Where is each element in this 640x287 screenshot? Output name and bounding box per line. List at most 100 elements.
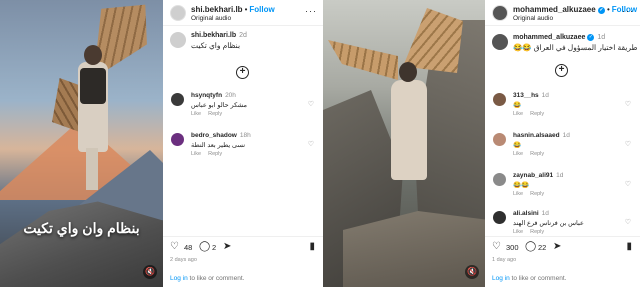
comment-item: zaynab_ali91 1d 😂😂 Like Reply ♡ [485,172,640,202]
load-more-comments-icon[interactable]: + [555,64,568,77]
comment-item: hsynqtyfn 20h مشكر حالو ابو عباس Like Repl… [163,92,323,122]
comment-like-button[interactable]: Like [513,111,523,117]
verified-badge-icon: ✓ [597,7,605,14]
header-username-line: mohammed_alkuzaee ✓ • Follow [513,5,637,14]
audio-label[interactable]: Original audio [191,15,231,22]
comment-text: 😂 [513,102,522,109]
header-username-line: shi.bekhari.lb • Follow [191,5,275,14]
avatar[interactable] [493,133,506,146]
follow-button[interactable]: Follow [249,5,274,14]
heart-icon[interactable]: ♡ [308,100,314,108]
caption-text: بنظام واي تكيت [191,41,241,50]
comment-text: مشكر حالو ابو عباس [191,102,247,109]
share-icon[interactable]: ➤ [553,241,561,252]
comment-reply-button[interactable]: Reply [530,111,544,117]
avatar[interactable] [171,133,184,146]
avatar[interactable] [492,34,508,50]
comment-like-button[interactable]: Like [513,191,523,197]
comment-count: 22 [538,243,547,252]
heart-icon[interactable]: ♡ [308,140,314,148]
login-prompt: Log in to like or comment. [170,275,244,282]
comment-time: 1d [562,132,570,139]
heart-icon[interactable]: ♡ [625,180,631,188]
comment-reply-button[interactable]: Reply [530,191,544,197]
video-person-head [84,45,102,65]
comment-time: 20h [225,92,236,99]
avatar[interactable] [171,93,184,106]
login-link[interactable]: Log in [492,275,510,282]
share-icon[interactable]: ➤ [223,241,231,252]
comment-item: hasnin.alsaaed 1d 😂 Like Reply ♡ [485,132,640,162]
comment-item: bedro_shadow 18h نسى يطير بعد النطة Like R… [163,132,323,162]
comment-text: 😂😂 [513,182,530,189]
heart-icon[interactable]: ♡ [492,241,501,252]
comment-text: عباس بن فرناس فرع الهند [513,220,584,227]
bookmark-icon[interactable]: ▮ [309,241,315,252]
post-date: 2 days ago [170,257,197,263]
bookmark-icon[interactable]: ▮ [626,241,632,252]
speaker-muted-icon[interactable]: 🔇 [143,265,157,279]
caption-meta: mohammed_alkuzaee ✓ 1d [513,34,605,41]
comment-text: 😂 [513,142,522,149]
comment-reply-button[interactable]: Reply [530,229,544,235]
load-more-comments-icon[interactable]: + [236,66,249,79]
video-person-head [399,62,417,82]
more-options-icon[interactable]: ··· [305,6,317,16]
avatar[interactable] [170,32,186,48]
comment-like-button[interactable]: Like [513,151,523,157]
speaker-muted-icon[interactable]: 🔇 [465,265,479,279]
like-count[interactable]: 48 [184,243,192,252]
heart-icon[interactable]: ♡ [625,140,631,148]
video-person-vest [80,68,106,104]
verified-badge-icon: ✓ [587,34,595,41]
avatar[interactable] [493,211,506,224]
post-date: 1 day ago [492,257,517,263]
comment-icon[interactable]: ◯ [199,241,210,252]
post-actions-bar: ♡ 48 ◯ 2 ➤ ▮ [163,236,323,256]
caption-time: 2d [239,32,247,39]
comment-time: 1d [541,92,549,99]
right-post-sidebar: mohammed_alkuzaee ✓ • Follow Original audi… [485,0,640,287]
comment-username[interactable]: hsynqtyfn [191,92,222,99]
heart-icon[interactable]: ♡ [170,241,179,252]
separator-dot: • [606,5,610,14]
comment-item: 313__hs 1d 😂 Like Reply ♡ [485,92,640,122]
comment-time: 1d [541,210,549,217]
comment-like-button[interactable]: Like [191,151,201,157]
video-person-legs [86,148,98,190]
caption-time: 1d [597,34,606,41]
audio-label[interactable]: Original audio [513,15,553,22]
login-link[interactable]: Log in [170,275,188,282]
caption-meta: shi.bekhari.lb 2d [191,32,247,39]
comment-icon[interactable]: ◯ [525,241,536,252]
video-person [391,80,427,180]
comment-reply-button[interactable]: Reply [530,151,544,157]
comment-username[interactable]: 313__hs [513,92,539,99]
comment-like-button[interactable]: Like [513,229,523,235]
comment-reply-button[interactable]: Reply [208,111,222,117]
comment-like-button[interactable]: Like [191,111,201,117]
avatar[interactable] [492,5,508,21]
left-video-player[interactable]: بنظام وان واي تكيت 🔇 [0,0,163,287]
post-caption: mohammed_alkuzaee ✓ 1d طريقة اختيار المسؤ… [485,30,640,60]
login-prompt-text: to like or comment. [187,275,245,282]
heart-icon[interactable]: ♡ [625,218,631,226]
avatar[interactable] [493,93,506,106]
avatar[interactable] [493,173,506,186]
like-count[interactable]: 300 [506,243,519,252]
comment-username[interactable]: hasnin.alsaaed [513,132,560,139]
post-caption: shi.bekhari.lb 2d بنظام واي تكيت [163,28,323,58]
heart-icon[interactable]: ♡ [625,100,631,108]
header-username[interactable]: shi.bekhari.lb [191,5,243,14]
avatar[interactable] [170,5,186,21]
caption-username[interactable]: mohammed_alkuzaee [513,34,585,41]
right-video-player[interactable]: 🔇 [323,0,485,287]
comment-username[interactable]: ali.alsini [513,210,539,217]
caption-username[interactable]: shi.bekhari.lb [191,32,236,39]
more-options-icon[interactable]: ··· [622,6,634,16]
header-username[interactable]: mohammed_alkuzaee [513,5,596,14]
comment-username[interactable]: bedro_shadow [191,132,237,139]
login-prompt-text: to like or comment. [509,275,567,282]
comment-username[interactable]: zaynab_ali91 [513,172,553,179]
comment-reply-button[interactable]: Reply [208,151,222,157]
